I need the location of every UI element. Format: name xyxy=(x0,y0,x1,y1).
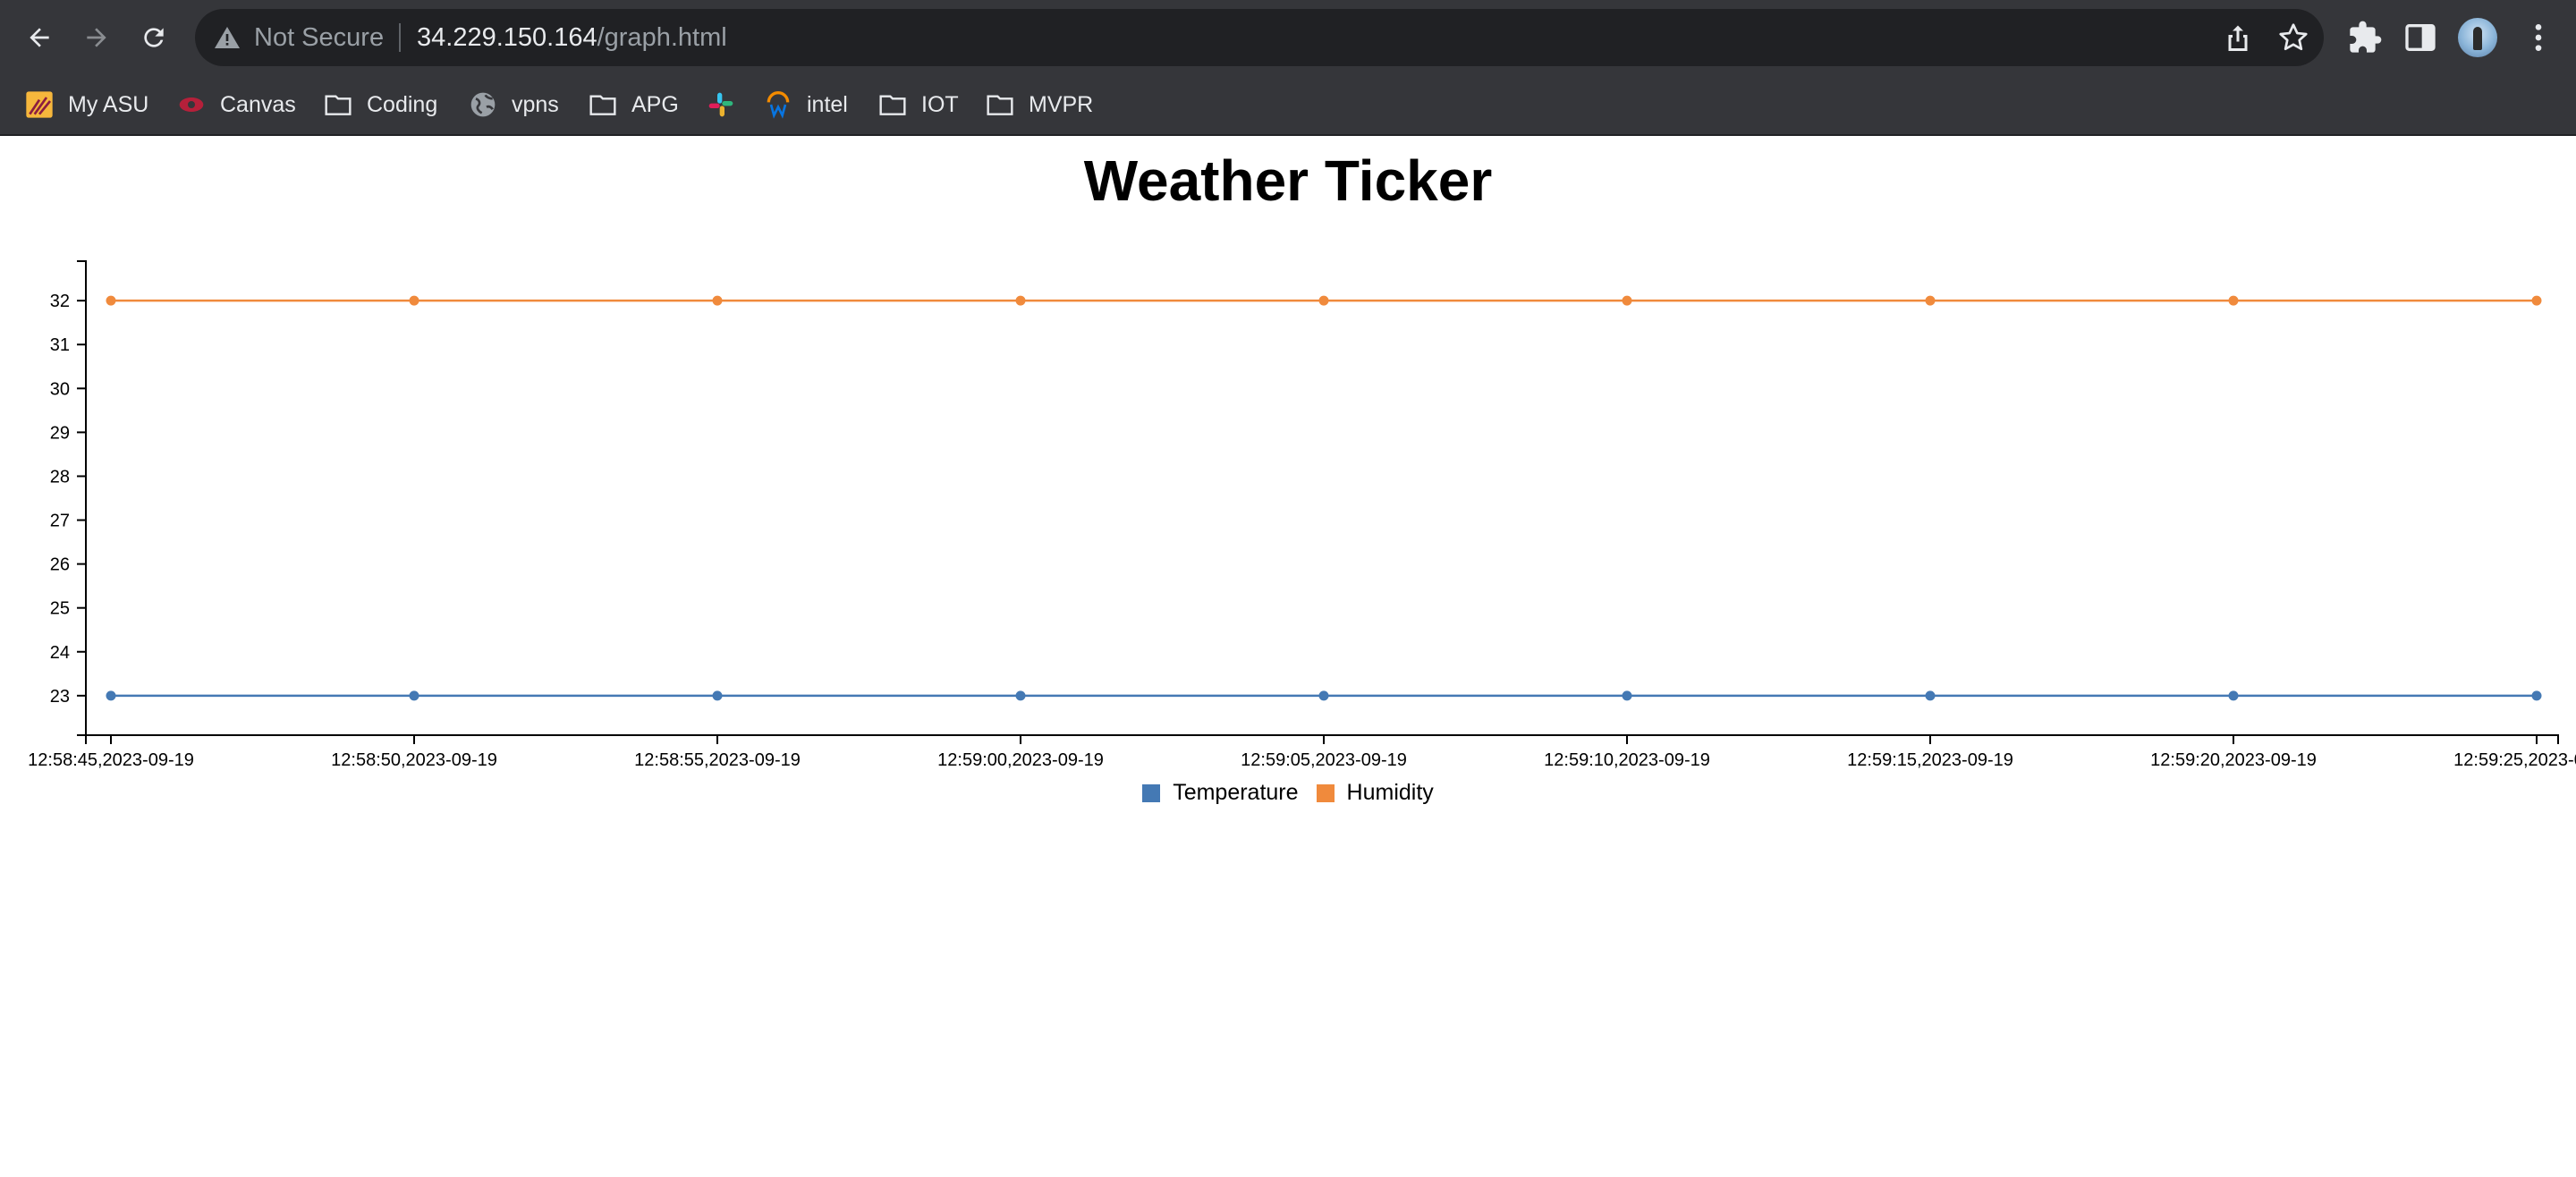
temperature-point xyxy=(2228,690,2239,701)
globe-icon xyxy=(469,90,497,119)
address-separator xyxy=(399,23,401,52)
temperature-point xyxy=(712,690,723,701)
bookmark-vpns[interactable]: vpns xyxy=(469,75,559,134)
y-tick-label: 28 xyxy=(50,467,70,487)
temperature-point xyxy=(2531,690,2542,701)
avatar-figure xyxy=(2473,27,2482,50)
humidity-point xyxy=(2531,295,2542,306)
temperature-point xyxy=(409,690,419,701)
chrome-bottom-border xyxy=(0,134,2576,136)
bookmark-iot[interactable]: IOT xyxy=(878,75,959,134)
bookmark-label: Coding xyxy=(367,91,438,117)
bookmark-star-icon[interactable] xyxy=(2277,21,2309,54)
side-panel-icon[interactable] xyxy=(2402,20,2438,55)
humidity-point xyxy=(1318,295,1329,306)
page-title: Weather Ticker xyxy=(1083,148,1493,213)
folder-icon xyxy=(878,90,907,119)
bookmark-slack[interactable] xyxy=(707,75,750,134)
legend-item-temperature: Temperature xyxy=(1142,780,1299,806)
back-arrow-icon xyxy=(30,28,49,47)
bookmark-label: IOT xyxy=(921,91,959,117)
forward-arrow-icon xyxy=(87,28,106,47)
temperature-point xyxy=(1925,690,1936,701)
address-bar[interactable]: Not Secure 34.229.150.164/graph.html xyxy=(195,9,2324,66)
folder-icon xyxy=(589,90,617,119)
x-tick-label: 12:59:15,2023-09-19 xyxy=(1847,750,2013,770)
temperature-point xyxy=(106,690,116,701)
workday-icon xyxy=(764,90,792,119)
y-tick-label: 31 xyxy=(50,335,70,355)
bookmark-label: Canvas xyxy=(220,91,296,117)
humidity-point xyxy=(1622,295,1632,306)
x-tick-label: 12:59:10,2023-09-19 xyxy=(1544,750,1710,770)
humidity-point xyxy=(1925,295,1936,306)
forward-button[interactable] xyxy=(77,18,116,57)
security-label[interactable]: Not Secure xyxy=(254,9,384,66)
bookmark-label: intel xyxy=(807,91,848,117)
bookmark-label: vpns xyxy=(512,91,559,117)
warning-icon[interactable] xyxy=(213,23,242,52)
canvas-icon xyxy=(177,90,206,119)
y-tick-label: 24 xyxy=(50,643,70,663)
bookmark-canvas[interactable]: Canvas xyxy=(177,75,296,134)
bookmark-apg[interactable]: APG xyxy=(589,75,679,134)
x-tick-label: 12:58:45,2023-09-19 xyxy=(28,750,194,770)
asu-icon xyxy=(25,90,54,119)
temperature-point xyxy=(1622,690,1632,701)
legend-label-temperature: Temperature xyxy=(1173,780,1299,805)
bookmark-my-asu[interactable]: My ASU xyxy=(25,75,148,134)
profile-avatar[interactable] xyxy=(2458,18,2497,57)
url-text[interactable]: 34.229.150.164/graph.html xyxy=(417,9,727,66)
x-tick-label: 12:59:00,2023-09-19 xyxy=(937,750,1104,770)
humidity-point xyxy=(409,295,419,306)
y-axis-line xyxy=(77,260,87,736)
bookmark-mvpr[interactable]: MVPR xyxy=(986,75,1093,134)
bookmark-coding[interactable]: Coding xyxy=(324,75,437,134)
x-axis-line xyxy=(85,734,2559,744)
temperature-point xyxy=(1015,690,1026,701)
y-tick-label: 26 xyxy=(50,555,70,575)
extensions-puzzle-icon[interactable] xyxy=(2347,20,2383,55)
x-tick-label: 12:59:05,2023-09-19 xyxy=(1241,750,1407,770)
humidity-point xyxy=(2228,295,2239,306)
y-tick-label: 27 xyxy=(50,512,70,531)
legend-label-humidity: Humidity xyxy=(1346,780,1434,805)
humidity-point xyxy=(1015,295,1026,306)
url-host: 34.229.150.164 xyxy=(417,23,597,52)
y-tick-label: 30 xyxy=(50,379,70,399)
legend-swatch-temperature xyxy=(1142,783,1161,802)
bookmark-label: APG xyxy=(631,91,679,117)
more-menu-icon[interactable] xyxy=(2521,20,2556,55)
y-tick-label: 29 xyxy=(50,423,70,443)
browser-toolbar: Not Secure 34.229.150.164/graph.html xyxy=(0,0,2576,75)
folder-icon xyxy=(986,90,1014,119)
legend-item-humidity: Humidity xyxy=(1316,780,1434,806)
bookmark-label: My ASU xyxy=(68,91,149,117)
share-icon[interactable] xyxy=(2222,21,2254,54)
humidity-point xyxy=(712,295,723,306)
temperature-point xyxy=(1318,690,1329,701)
legend-swatch-humidity xyxy=(1316,783,1335,802)
folder-icon xyxy=(324,90,352,119)
slack-icon xyxy=(707,90,735,119)
reload-icon xyxy=(144,28,164,47)
x-tick-label: 12:59:25,2023-09-19 xyxy=(2453,750,2576,770)
back-button[interactable] xyxy=(20,18,59,57)
bookmark-label: MVPR xyxy=(1029,91,1094,117)
y-tick-label: 23 xyxy=(50,687,70,707)
browser-chrome: Not Secure 34.229.150.164/graph.html My … xyxy=(0,0,2576,134)
y-tick-label: 25 xyxy=(50,599,70,619)
bookmark-intel[interactable]: intel xyxy=(764,75,848,134)
x-tick-label: 12:59:20,2023-09-19 xyxy=(2150,750,2317,770)
chart-legend: Temperature Humidity xyxy=(0,780,2576,806)
url-path: /graph.html xyxy=(597,23,727,52)
x-tick-label: 12:58:55,2023-09-19 xyxy=(634,750,801,770)
humidity-point xyxy=(106,295,116,306)
x-tick-label: 12:58:50,2023-09-19 xyxy=(331,750,497,770)
reload-button[interactable] xyxy=(134,18,174,57)
bookmarks-bar: My ASU Canvas Coding vpns APG intel IOT … xyxy=(0,75,2576,134)
weather-line-chart: 23 24 25 26 27 28 29 30 31 32 12:58:45,2023-09-19 1… xyxy=(28,260,2576,770)
y-tick-label: 32 xyxy=(50,292,70,311)
